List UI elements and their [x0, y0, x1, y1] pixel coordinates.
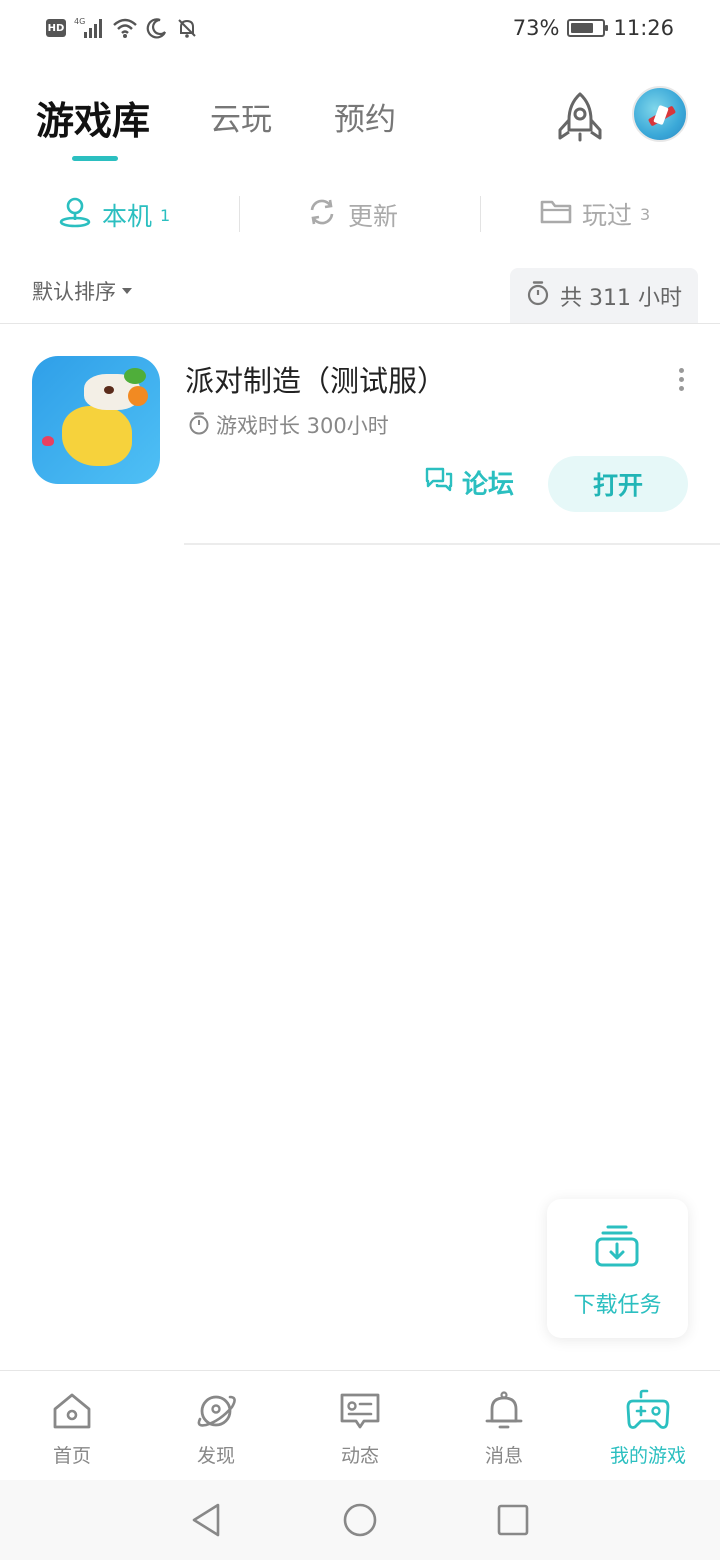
nav-home-label: 首页	[52, 1445, 91, 1467]
game-icon-eye	[104, 386, 114, 394]
header: 游戏库 云玩 预约	[0, 80, 720, 170]
back-icon[interactable]	[190, 1502, 222, 1542]
sort-dropdown[interactable]: 默认排序	[32, 276, 132, 306]
wifi-icon	[112, 17, 138, 39]
forum-button[interactable]: 论坛	[424, 464, 514, 501]
game-playtime: 游戏时长 300小时	[188, 410, 389, 440]
download-task-button[interactable]: 下载任务	[547, 1199, 688, 1338]
avatar[interactable]	[632, 86, 688, 142]
game-title[interactable]: 派对制造（测试服）	[185, 358, 446, 400]
home-circle-icon[interactable]	[342, 1502, 378, 1542]
open-game-button[interactable]: 打开	[548, 456, 688, 512]
chat-bubbles-icon	[424, 465, 454, 500]
nav-messages[interactable]: 消息	[432, 1389, 576, 1468]
game-icon[interactable]	[32, 356, 160, 484]
nav-my-games-label: 我的游戏	[609, 1445, 686, 1467]
game-icon-orange	[128, 386, 148, 406]
nav-discover-label: 发现	[196, 1445, 235, 1467]
game-icon-heart	[42, 436, 54, 446]
subtab-played-count: 3	[640, 204, 651, 224]
folder-icon	[540, 197, 572, 231]
tab-reservation[interactable]: 预约	[334, 94, 396, 139]
sub-tabs: 本机 1 更新 玩过 3	[0, 190, 720, 240]
download-tray-icon	[595, 1225, 639, 1267]
gamepad-icon	[626, 1389, 670, 1429]
message-card-icon	[340, 1393, 380, 1429]
status-left: HD 4G	[46, 16, 198, 40]
game-icon-body	[62, 406, 132, 466]
subtab-local[interactable]: 本机 1	[58, 196, 170, 234]
nav-discover[interactable]: 发现	[144, 1389, 288, 1468]
subtab-divider	[239, 196, 240, 232]
subtab-local-label: 本机	[102, 202, 153, 231]
subtab-local-count: 1	[160, 205, 171, 225]
status-right: 73% 11:26	[513, 16, 674, 40]
status-bar: HD 4G 73% 11:26	[0, 0, 720, 62]
cellular-signal-icon: 4G	[74, 16, 104, 40]
game-playtime-text: 游戏时长 300小时	[216, 414, 389, 438]
recents-square-icon[interactable]	[496, 1502, 530, 1542]
bell-icon	[485, 1391, 523, 1429]
refresh-icon	[306, 196, 338, 234]
battery-fill	[571, 23, 594, 33]
nav-feed[interactable]: 动态	[288, 1389, 432, 1468]
tab-cloud-play[interactable]: 云玩	[210, 94, 272, 139]
total-playtime: 共 311 小时	[560, 286, 682, 311]
list-item[interactable]: 派对制造（测试服） 游戏时长 300小时 论坛 打开	[0, 324, 720, 544]
subtab-played-label: 玩过	[582, 201, 633, 230]
stopwatch-icon	[188, 411, 210, 440]
sort-label: 默认排序	[32, 280, 116, 304]
clock: 11:26	[613, 16, 674, 40]
bottom-nav: 首页 发现 动态 消息 我的游戏	[0, 1370, 720, 1480]
forum-label: 论坛	[462, 470, 515, 500]
svg-text:4G: 4G	[74, 17, 85, 26]
subtab-played[interactable]: 玩过 3	[540, 196, 650, 232]
nav-my-games[interactable]: 我的游戏	[576, 1389, 720, 1468]
more-options-icon[interactable]	[676, 368, 686, 394]
bell-off-icon	[176, 17, 198, 39]
tab-game-library[interactable]: 游戏库	[36, 90, 150, 145]
battery-icon	[567, 19, 609, 37]
moon-icon	[146, 17, 168, 39]
subtab-update-label: 更新	[348, 202, 399, 231]
system-nav-bar	[0, 1480, 720, 1560]
nav-messages-label: 消息	[484, 1445, 523, 1467]
planet-icon	[197, 1395, 236, 1427]
location-pin-icon	[58, 196, 92, 234]
hd-badge: HD	[46, 19, 66, 37]
active-tab-indicator	[72, 156, 118, 161]
nav-feed-label: 动态	[340, 1445, 379, 1467]
home-icon	[53, 1393, 91, 1429]
sort-row: 默认排序 共 311 小时	[0, 268, 720, 324]
download-task-label: 下载任务	[573, 1293, 662, 1318]
subtab-update[interactable]: 更新	[306, 196, 398, 234]
subtab-divider	[480, 196, 481, 232]
total-playtime-badge: 共 311 小时	[510, 268, 698, 324]
caret-down-icon	[122, 288, 132, 294]
stopwatch-icon	[526, 280, 550, 312]
game-icon-leaf	[124, 368, 146, 384]
battery-percent: 73%	[512, 16, 560, 40]
rocket-icon[interactable]	[553, 90, 607, 148]
divider	[184, 543, 720, 545]
nav-home[interactable]: 首页	[0, 1389, 144, 1468]
